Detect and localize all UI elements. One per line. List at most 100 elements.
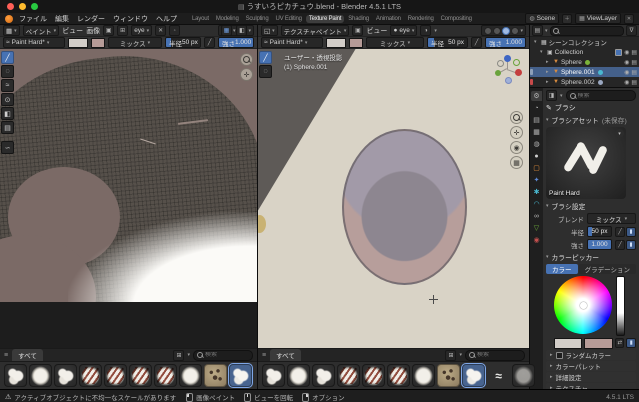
paint-tool-button[interactable]: ▤ xyxy=(1,121,14,134)
workspace-tab[interactable]: Layout xyxy=(189,15,212,23)
strength-slider[interactable]: 強さ 1.000 xyxy=(218,37,254,48)
paint-tool-button[interactable]: ◌ xyxy=(259,65,272,78)
paint-tool-button[interactable]: ⊙ xyxy=(1,93,14,106)
brush-thumbnail[interactable] xyxy=(262,364,285,387)
editor-type-selector[interactable]: ▦ ▾ xyxy=(3,25,20,36)
tab-color[interactable]: カラー xyxy=(546,264,578,274)
pressure-toggle-icon[interactable]: ▮ xyxy=(626,338,636,348)
expand-arrow-icon[interactable]: ▾ xyxy=(534,39,539,45)
panel-checkbox[interactable] xyxy=(555,351,563,359)
workspace-tab[interactable]: Sculpting xyxy=(243,15,272,23)
menubar-item[interactable]: ウィンドウ xyxy=(113,14,148,24)
pin-icon[interactable]: ◦ xyxy=(169,25,181,36)
open-image-button[interactable]: ⊞ xyxy=(117,25,129,36)
properties-tab[interactable]: ⚙ xyxy=(531,91,542,101)
view-layer-selector[interactable]: ▦ ViewLayer xyxy=(575,13,621,24)
asset-shelf-tab-all[interactable]: すべて xyxy=(12,349,43,361)
proportional-edit-icon[interactable]: ◑ xyxy=(420,25,432,36)
hide-eye-icon[interactable]: ◉ xyxy=(624,59,629,66)
primary-color-swatch[interactable] xyxy=(326,37,346,48)
properties-tab[interactable]: ∞ xyxy=(531,211,542,221)
camera-visibility-icon[interactable]: ▤ xyxy=(631,79,637,86)
workspace-tab[interactable]: Animation xyxy=(373,15,404,23)
properties-tab[interactable]: ✱ xyxy=(531,187,542,197)
asset-shelf-tab-all[interactable]: すべて xyxy=(270,349,301,361)
exclude-checkbox[interactable] xyxy=(615,48,623,56)
brush-thumbnail[interactable] xyxy=(312,364,335,387)
hide-eye-icon[interactable]: ◉ xyxy=(624,49,629,56)
brush-thumbnail[interactable] xyxy=(54,364,77,387)
properties-tab[interactable]: ▽ xyxy=(531,223,542,233)
paint-mode-selector[interactable]: ペイント ▾ xyxy=(22,25,60,36)
brush-thumbnail[interactable] xyxy=(129,364,152,387)
brush-thumbnail[interactable] xyxy=(104,364,127,387)
expand-arrow-icon[interactable]: ▸ xyxy=(546,59,551,65)
paint-tool-button[interactable]: ╱ xyxy=(259,51,272,64)
menu-view[interactable]: ビュー xyxy=(366,26,387,36)
shading-wireframe-icon[interactable] xyxy=(484,26,493,35)
blender-logo-icon[interactable] xyxy=(5,14,13,23)
hide-eye-icon[interactable]: ◉ xyxy=(624,69,629,76)
workspace-tab[interactable]: Rendering xyxy=(405,15,437,23)
brush-thumbnail[interactable] xyxy=(179,364,202,387)
brush-thumbnail[interactable] xyxy=(387,364,410,387)
color-picker-panel-header[interactable]: ▾ カラーピッカー xyxy=(546,252,636,262)
shading-material-icon[interactable] xyxy=(502,26,511,35)
blend-mode-selector[interactable]: ミックス ▾ xyxy=(366,37,424,48)
pan-button[interactable]: ✛ xyxy=(510,126,523,139)
brush-thumbnail[interactable] xyxy=(287,364,310,387)
properties-search-input[interactable] xyxy=(577,92,632,99)
properties-tab[interactable]: ◍ xyxy=(531,139,542,149)
properties-tab[interactable]: ● xyxy=(531,151,542,161)
camera-visibility-icon[interactable]: ▤ xyxy=(631,69,637,76)
pressure-icon[interactable]: ╱ xyxy=(615,239,625,250)
paint-tool-button[interactable]: ╱ xyxy=(1,51,14,64)
value-slider[interactable] xyxy=(616,276,625,336)
blend-mode-selector[interactable]: ミックス ▾ xyxy=(108,37,162,48)
swap-colors-icon[interactable]: ⇄ xyxy=(614,338,625,348)
viewport-canvas[interactable]: ユーザー・透視投影 (1) Sphere.001 ╱ ◌ ✛ ◉ ▦ xyxy=(258,49,529,348)
workspace-tab[interactable]: Shading xyxy=(345,15,372,23)
properties-tab[interactable]: ✦ xyxy=(531,175,542,185)
expand-arrow-icon[interactable]: ▸ xyxy=(546,79,551,85)
outliner-row[interactable]: ▸ ▼ Sphere.002 ◉ ▤ xyxy=(530,77,639,87)
editor-type-selector[interactable]: ◱ ▾ xyxy=(261,25,278,36)
paint-tool-button[interactable]: ◌ xyxy=(1,65,14,78)
workspace-tab[interactable]: Geometry Nodes xyxy=(476,15,480,23)
pressure-toggle-icon[interactable]: ▮ xyxy=(626,226,636,237)
zoom-button[interactable] xyxy=(240,53,253,66)
image-datablock-selector[interactable]: eye ▾ xyxy=(131,25,153,36)
outliner-row[interactable]: ▸ ▼ Sphere ◉ ▤ xyxy=(530,57,639,67)
display-mode-icon[interactable]: ⊞ xyxy=(173,349,185,361)
primary-color-swatch[interactable] xyxy=(554,337,583,349)
remove-view-layer-button[interactable]: ✕ xyxy=(624,13,634,24)
menubar-item[interactable]: レンダー xyxy=(77,14,105,24)
properties-type-icon[interactable]: ◨ xyxy=(546,90,557,101)
image-editor-canvas[interactable]: ╱ ◌ ≈ ⊙ ◧ ▤ ∽ ✛ xyxy=(0,49,257,348)
shading-rendered-icon[interactable] xyxy=(511,26,520,35)
hamburger-menu-icon[interactable]: ≡ xyxy=(4,352,8,359)
blend-mode-dropdown[interactable]: ミックス ▾ xyxy=(587,213,636,224)
workspace-tab[interactable]: UV Editing xyxy=(272,15,304,23)
asset-search-input[interactable] xyxy=(477,352,517,358)
tab-gradient[interactable]: グラデーション xyxy=(578,264,636,274)
navigation-gizmo-icon[interactable] xyxy=(493,55,522,84)
color-wheel-cursor[interactable] xyxy=(580,302,587,309)
properties-tab[interactable]: ▦ xyxy=(531,127,542,137)
pan-button[interactable]: ✛ xyxy=(240,68,253,81)
outliner-row[interactable]: ▾ ▦ シーンコレクション ◉ ▤ xyxy=(530,37,639,47)
workspace-tab[interactable]: Texture Paint xyxy=(305,14,345,23)
brush-selector[interactable]: ≈ Paint Hard* ▾ xyxy=(261,37,323,48)
paint-tool-button[interactable]: ∽ xyxy=(1,141,14,154)
outliner-row[interactable]: ▾ ▣ Collection ◉ ▤ xyxy=(530,47,639,57)
asset-search[interactable] xyxy=(193,349,253,361)
brush-thumbnail[interactable] xyxy=(79,364,102,387)
display-mode-icon[interactable]: ⊞ xyxy=(445,349,457,361)
radius-slider[interactable]: 50 px xyxy=(587,226,612,237)
strength-slider[interactable]: 1.000 xyxy=(587,239,612,250)
menu-image[interactable]: 画像 xyxy=(86,26,100,36)
brush-thumbnail[interactable] xyxy=(512,364,535,387)
brush-thumbnail[interactable] xyxy=(362,364,385,387)
secondary-color-swatch[interactable] xyxy=(584,337,613,349)
primary-color-swatch[interactable] xyxy=(68,37,88,48)
